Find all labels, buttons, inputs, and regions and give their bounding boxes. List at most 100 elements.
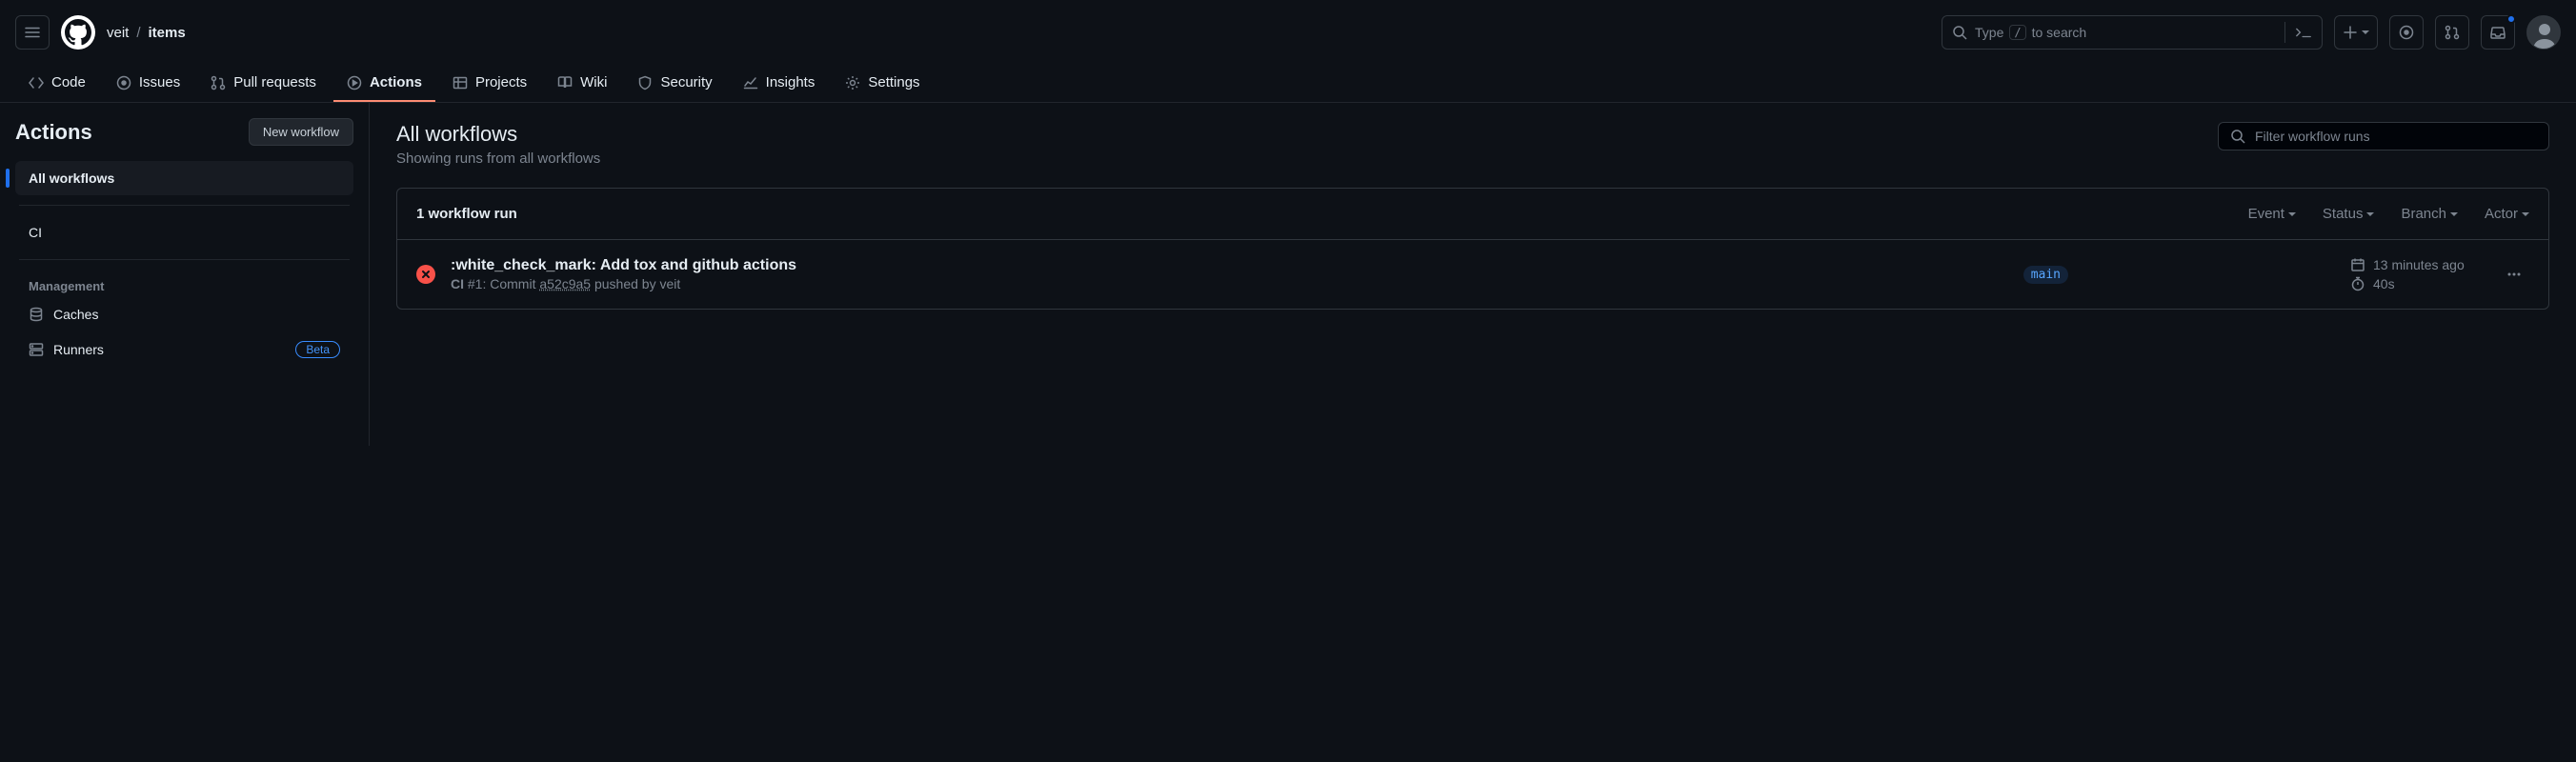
caret-down-icon: [2362, 29, 2369, 36]
repo-nav: Code Issues Pull requests Actions Projec…: [0, 65, 2576, 103]
tab-code[interactable]: Code: [15, 65, 99, 102]
pull-requests-global-button[interactable]: [2435, 15, 2469, 50]
divider: [19, 205, 350, 206]
beta-badge: Beta: [295, 341, 340, 358]
breadcrumb-repo[interactable]: items: [149, 25, 186, 41]
command-palette-icon[interactable]: [2284, 22, 2312, 43]
branch-badge[interactable]: main: [2023, 266, 2068, 284]
inbox-icon: [2490, 25, 2506, 40]
tab-label: Projects: [475, 74, 527, 90]
runs-header: 1 workflow run Event Status Branch Actor: [397, 189, 2548, 240]
database-icon: [29, 307, 44, 322]
server-icon: [29, 342, 44, 357]
create-button[interactable]: [2334, 15, 2378, 50]
caret-down-icon: [2366, 211, 2374, 218]
run-menu-button[interactable]: [2499, 263, 2529, 286]
shield-icon: [637, 75, 653, 90]
hamburger-icon: [25, 25, 40, 40]
page-subtitle: Showing runs from all workflows: [396, 150, 600, 167]
new-workflow-button[interactable]: New workflow: [249, 118, 353, 146]
page-title: All workflows: [396, 122, 600, 147]
sidebar-title: Actions: [15, 120, 92, 145]
sidebar-header: Actions New workflow: [15, 118, 353, 146]
filter-branch[interactable]: Branch: [2401, 206, 2458, 222]
filter-event[interactable]: Event: [2248, 206, 2296, 222]
notification-dot: [2506, 14, 2516, 24]
divider: [19, 259, 350, 260]
sidebar-item-label: All workflows: [29, 170, 114, 186]
search-icon: [1952, 25, 1967, 40]
issue-icon: [2399, 25, 2414, 40]
run-time: 13 minutes ago: [2373, 257, 2465, 272]
tab-label: Settings: [868, 74, 919, 90]
sidebar-item-runners[interactable]: Runners Beta: [15, 331, 353, 368]
tab-projects[interactable]: Projects: [439, 65, 540, 102]
tab-label: Code: [51, 74, 86, 90]
search-placeholder: Type / to search: [1975, 25, 2277, 40]
menu-button[interactable]: [15, 15, 50, 50]
github-icon: [65, 19, 91, 46]
runs-filter-group: Event Status Branch Actor: [2248, 206, 2529, 222]
plus-icon: [2343, 25, 2358, 40]
tab-label: Actions: [370, 74, 422, 90]
breadcrumb-owner[interactable]: veit: [107, 25, 129, 41]
filter-runs-box[interactable]: [2218, 122, 2549, 150]
code-icon: [29, 75, 44, 90]
issues-global-button[interactable]: [2389, 15, 2424, 50]
runs-count: 1 workflow run: [416, 206, 517, 222]
run-title[interactable]: :white_check_mark: Add tox and github ac…: [451, 257, 2008, 274]
tab-pull-requests[interactable]: Pull requests: [197, 65, 330, 102]
search-input[interactable]: Type / to search: [1942, 15, 2323, 50]
tab-label: Issues: [139, 74, 180, 90]
tab-wiki[interactable]: Wiki: [544, 65, 620, 102]
page-layout: Actions New workflow All workflows CI Ma…: [0, 103, 2576, 446]
caret-down-icon: [2450, 211, 2458, 218]
sidebar-item-label: Caches: [53, 307, 98, 322]
avatar-image: [2527, 16, 2561, 50]
run-status-failed-icon: [416, 265, 435, 284]
tab-insights[interactable]: Insights: [730, 65, 829, 102]
notifications-button[interactable]: [2481, 15, 2515, 50]
main-header: All workflows Showing runs from all work…: [396, 122, 2549, 167]
sidebar-item-label: CI: [29, 225, 42, 240]
tab-issues[interactable]: Issues: [103, 65, 193, 102]
filter-runs-input[interactable]: [2255, 129, 2537, 144]
search-icon: [2230, 129, 2245, 144]
workflow-runs-box: 1 workflow run Event Status Branch Actor…: [396, 188, 2549, 310]
calendar-icon: [2350, 257, 2365, 272]
run-main: :white_check_mark: Add tox and github ac…: [451, 257, 2008, 291]
table-icon: [453, 75, 468, 90]
commit-link[interactable]: a52c9a5: [539, 276, 591, 291]
app-header: veit / items Type / to search: [0, 0, 2576, 65]
sidebar-item-all-workflows[interactable]: All workflows: [15, 161, 353, 195]
run-meta: 13 minutes ago 40s: [2350, 257, 2484, 291]
tab-security[interactable]: Security: [624, 65, 725, 102]
tab-label: Insights: [766, 74, 815, 90]
sidebar-item-ci[interactable]: CI: [15, 215, 353, 250]
pull-request-icon: [211, 75, 226, 90]
main-content: All workflows Showing runs from all work…: [370, 103, 2576, 446]
breadcrumb: veit / items: [107, 25, 186, 41]
github-logo[interactable]: [61, 15, 95, 50]
play-icon: [347, 75, 362, 90]
graph-icon: [743, 75, 758, 90]
tab-actions[interactable]: Actions: [333, 65, 435, 102]
sidebar-item-label: Runners: [53, 342, 104, 357]
sidebar-heading-management: Management: [15, 270, 353, 297]
book-icon: [557, 75, 573, 90]
filter-actor[interactable]: Actor: [2485, 206, 2529, 222]
workflow-run-row[interactable]: :white_check_mark: Add tox and github ac…: [397, 240, 2548, 309]
sidebar: Actions New workflow All workflows CI Ma…: [0, 103, 370, 446]
stopwatch-icon: [2350, 276, 2365, 291]
pull-request-icon: [2445, 25, 2460, 40]
tab-label: Pull requests: [233, 74, 316, 90]
issue-icon: [116, 75, 131, 90]
breadcrumb-separator: /: [136, 25, 140, 41]
gear-icon: [845, 75, 860, 90]
caret-down-icon: [2522, 211, 2529, 218]
user-avatar[interactable]: [2526, 15, 2561, 50]
filter-status[interactable]: Status: [2323, 206, 2375, 222]
tab-settings[interactable]: Settings: [832, 65, 933, 102]
sidebar-item-caches[interactable]: Caches: [15, 297, 353, 331]
caret-down-icon: [2288, 211, 2296, 218]
